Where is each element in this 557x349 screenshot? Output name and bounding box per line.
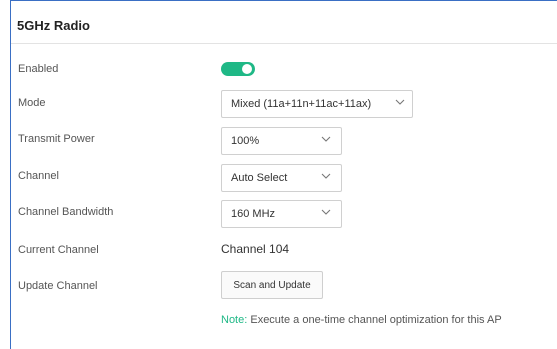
- enabled-label: Enabled: [18, 63, 59, 75]
- chevron-down-icon: [321, 136, 331, 142]
- transmit-power-label: Transmit Power: [18, 133, 95, 145]
- section-title: 5GHz Radio: [17, 18, 90, 33]
- mode-select-value: Mixed (11a+11n+11ac+11ax): [231, 98, 372, 110]
- chevron-down-icon: [321, 209, 331, 215]
- channel-select[interactable]: Auto Select: [221, 164, 342, 192]
- channel-bandwidth-select-value: 160 MHz: [231, 208, 276, 220]
- note-text: Note: Execute a one-time channel optimiz…: [221, 314, 502, 326]
- channel-label: Channel: [18, 170, 59, 182]
- note-prefix: Note:: [221, 314, 248, 326]
- chevron-down-icon: [395, 99, 405, 105]
- enabled-toggle[interactable]: [221, 62, 255, 76]
- chevron-down-icon: [321, 173, 331, 179]
- channel-select-value: Auto Select: [231, 172, 288, 184]
- transmit-power-select[interactable]: 100%: [221, 127, 342, 155]
- channel-bandwidth-label: Channel Bandwidth: [18, 206, 114, 218]
- panel-frame-left: [10, 0, 11, 349]
- title-divider: [11, 43, 557, 44]
- mode-select[interactable]: Mixed (11a+11n+11ac+11ax): [221, 90, 413, 118]
- note-body: Execute a one-time channel optimization …: [247, 314, 502, 326]
- channel-bandwidth-select[interactable]: 160 MHz: [221, 200, 342, 228]
- scan-and-update-button[interactable]: Scan and Update: [221, 271, 323, 299]
- mode-label: Mode: [18, 97, 46, 109]
- current-channel-value: Channel 104: [221, 242, 290, 256]
- current-channel-label: Current Channel: [18, 244, 99, 256]
- panel-frame-top: [10, 0, 557, 1]
- toggle-knob: [242, 64, 252, 74]
- update-channel-label: Update Channel: [18, 280, 98, 292]
- transmit-power-select-value: 100%: [231, 135, 260, 147]
